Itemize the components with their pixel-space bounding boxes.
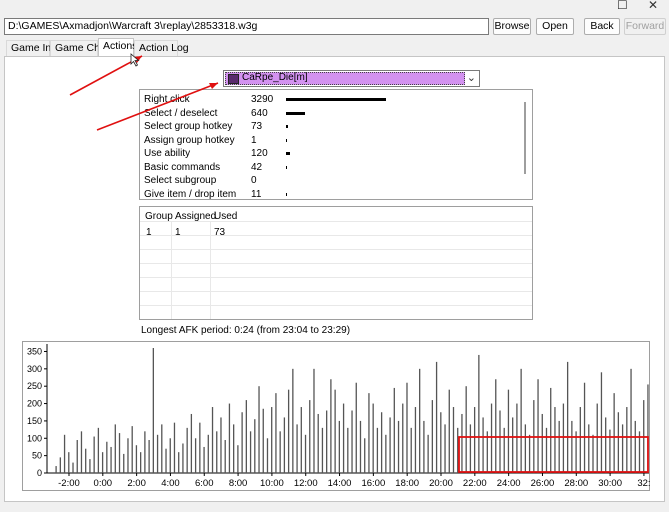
mouse-cursor-icon xyxy=(130,53,140,67)
annotation-overlay xyxy=(69,53,649,473)
annotation-highlight-box xyxy=(458,436,649,473)
annotation-arrow-2 xyxy=(96,82,219,131)
